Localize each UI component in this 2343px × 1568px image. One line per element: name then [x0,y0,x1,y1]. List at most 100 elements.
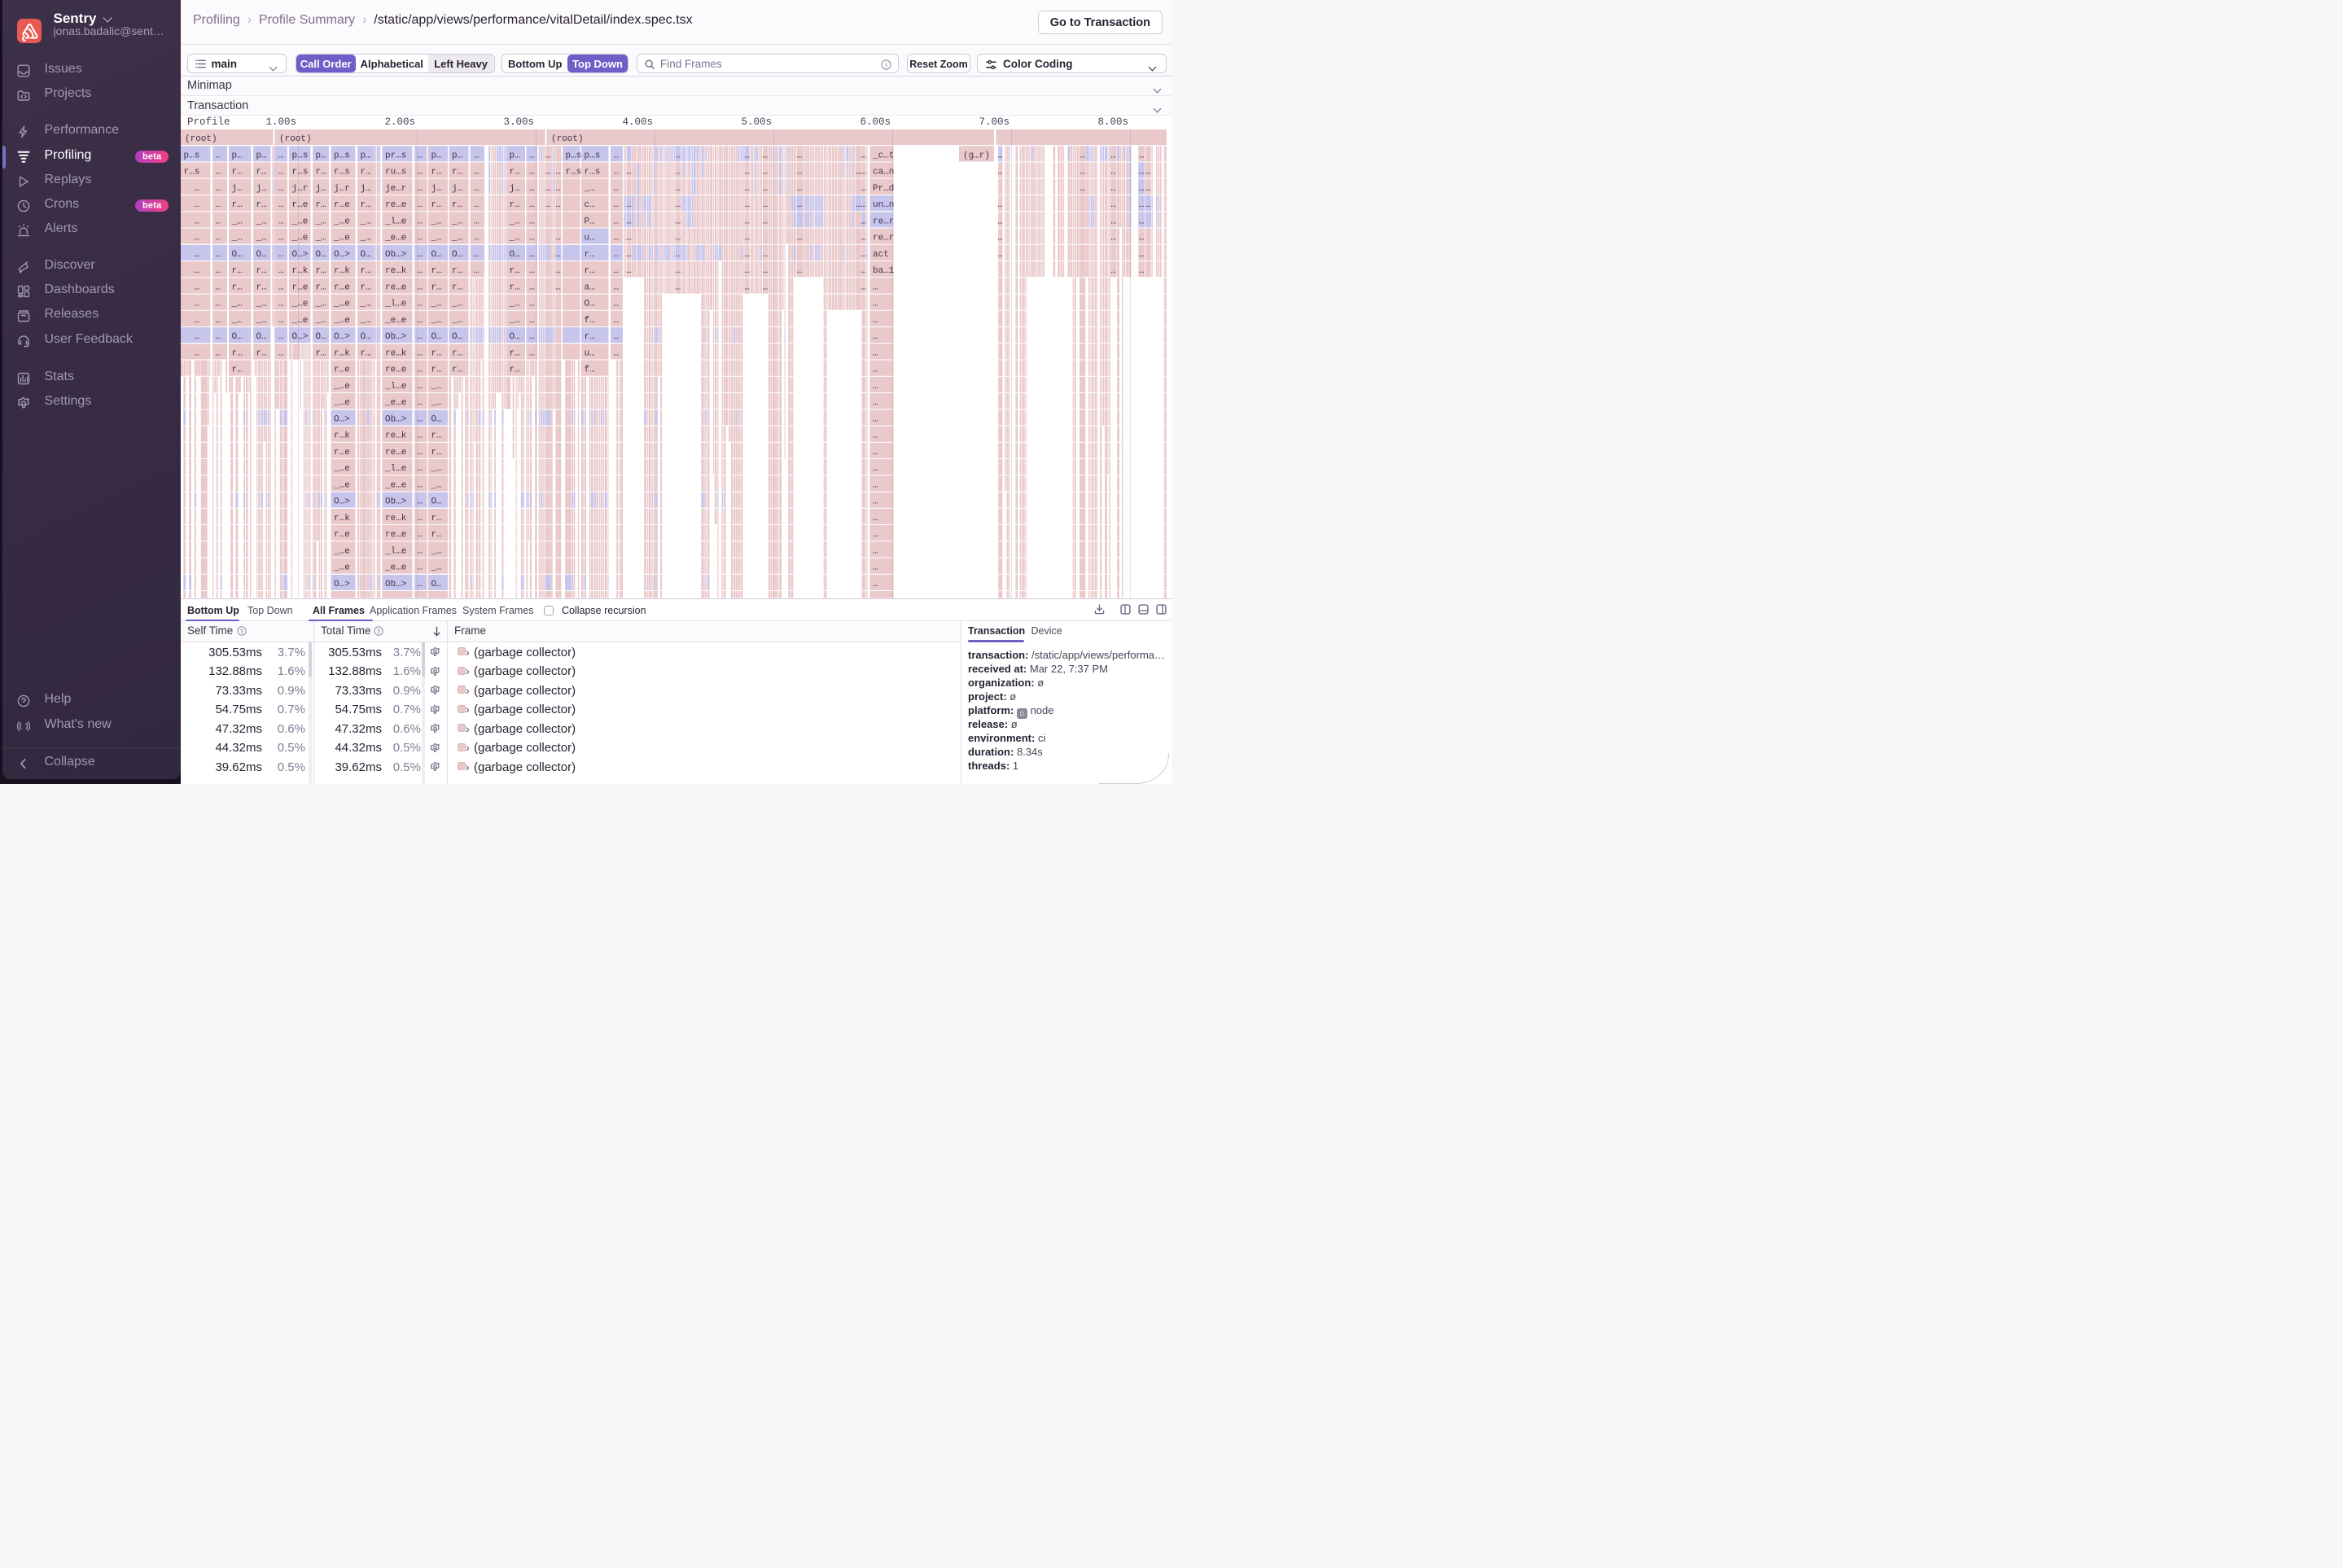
svg-text:r…: r… [510,266,520,276]
svg-text:r…: r… [585,250,595,260]
svg-text:…: … [676,217,681,227]
svg-text:…: … [418,464,423,474]
svg-text:…: … [797,200,803,210]
svg-text:…: … [474,200,480,210]
svg-text:(g…r): (g…r) [963,151,990,161]
svg-text:…: … [195,217,200,227]
svg-text:…: … [626,217,632,227]
svg-text:p…: p… [256,151,267,161]
svg-text:…: … [1110,234,1116,243]
svg-text:…: … [1110,151,1116,161]
svg-text:je…r: je…r [385,184,406,194]
svg-text:…: … [278,234,284,243]
svg-text:…: … [861,283,866,292]
svg-text:_…: _… [584,184,595,194]
svg-text:…: … [873,431,878,441]
svg-text:…: … [676,283,681,292]
svg-text:…: … [873,497,878,507]
svg-text:O…: O… [256,332,267,342]
svg-text:…: … [278,200,284,210]
svg-text:O…: O… [361,332,371,342]
svg-text:r…: r… [361,348,371,358]
svg-text:r…: r… [452,366,462,375]
svg-text:_…: _… [431,398,442,408]
svg-text:_…e: _…e [333,563,350,573]
svg-text:(root): (root) [279,134,312,144]
svg-text:…: … [676,200,681,210]
svg-text:_…: _… [315,316,326,326]
svg-text:re…e: re…e [385,530,406,540]
svg-text:…: … [278,348,284,358]
svg-text:…: … [997,168,1003,177]
svg-text:_l…e: _l…e [384,300,406,309]
svg-text:…: … [474,234,480,243]
svg-text:r…k: r…k [334,514,350,523]
svg-text:…: … [216,234,221,243]
svg-text:ba…1: ba…1 [873,266,895,276]
svg-text:…: … [744,266,750,276]
svg-text:…: … [1139,266,1145,276]
svg-text:…: … [861,200,866,210]
svg-text:_…e: _…e [333,398,350,408]
svg-text:…: … [873,300,878,309]
svg-text:…: … [614,250,620,260]
svg-text:…: … [545,151,551,161]
svg-text:O…>: O…> [334,580,350,589]
svg-text:…: … [555,283,561,292]
svg-text:_e…e: _e…e [384,316,406,326]
svg-text:…: … [195,300,200,309]
svg-text:r…: r… [256,200,267,210]
svg-text:…: … [418,200,423,210]
svg-text:a…: a… [585,283,595,292]
svg-text:r…: r… [232,266,243,276]
svg-text:_…: _… [231,300,243,309]
svg-text:…: … [1110,217,1116,227]
svg-text:(root): (root) [185,134,217,144]
svg-text:…: … [614,184,620,194]
svg-text:r…: r… [452,266,462,276]
svg-text:O…: O… [256,250,267,260]
svg-text:…: … [474,151,480,161]
svg-text:O…: O… [431,250,442,260]
svg-text:_…: _… [431,234,442,243]
svg-text:…: … [418,283,423,292]
svg-text:p…: p… [431,151,442,161]
svg-text:r…: r… [585,332,595,342]
svg-text:_…e: _…e [333,480,350,490]
svg-text:c…: c… [585,200,595,210]
svg-text:r…: r… [431,348,442,358]
svg-text:…: … [763,266,769,276]
svg-text:_…e: _…e [333,547,350,557]
svg-text:…: … [529,348,535,358]
svg-text:_…: _… [431,464,442,474]
svg-text:…: … [614,234,620,243]
svg-text:…: … [278,151,284,161]
svg-text:r…: r… [232,348,243,358]
svg-text:…: … [529,217,535,227]
svg-text:p…s: p…s [566,151,582,161]
svg-text:…: … [614,348,620,358]
svg-text:re…r: re…r [873,234,894,243]
svg-text:…: … [861,184,866,194]
svg-text:_…: _… [256,217,267,227]
svg-text:j…: j… [510,184,520,194]
svg-text:O…: O… [431,580,442,589]
svg-text:…: … [418,580,423,589]
svg-text:…: … [997,217,1003,227]
svg-text:…: … [1110,184,1116,194]
svg-text:_…: _… [451,300,462,309]
svg-text:…: … [1139,168,1145,177]
svg-text:…: … [278,266,284,276]
svg-text:…: … [873,530,878,540]
svg-text:…: … [614,266,620,276]
svg-text:_…: _… [451,234,462,243]
svg-text:…: … [555,168,561,177]
svg-text:…: … [216,168,221,177]
svg-text:…: … [873,480,878,490]
svg-text:…: … [195,348,200,358]
svg-text:O…>: O…> [334,250,350,260]
svg-text:…: … [861,266,866,276]
svg-text:_l…e: _l…e [384,547,406,557]
svg-text:…: … [278,250,284,260]
svg-text:…: … [545,184,551,194]
